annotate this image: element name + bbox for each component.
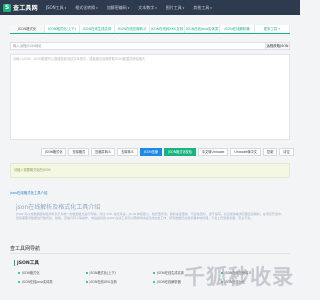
result-output: 请输入需要格式化的JSON — [10, 163, 290, 178]
action-buttons: JSON格式化 去除格式 压缩并转义 去除转义 JSON压缩 JSON格式化校验… — [41, 148, 294, 156]
tab-json-parser[interactable]: JSON在线解析器 — [220, 25, 255, 33]
remote-url-input[interactable]: 输入远程JSON地址 — [10, 42, 266, 50]
page: S 查工具网 JSON工具 ▾ 格式化转换 ▾ 加解密编码 ▾ 文本数字 ▾ 图… — [0, 0, 300, 300]
divider — [10, 253, 290, 254]
accent-bar — [14, 260, 15, 266]
nav-item-format-convert[interactable]: 格式化转换 ▾ — [75, 5, 98, 11]
intro-body: JSON 可以将数据结构和对象表示为统一的数据格式进行传输。对比 XML 格式来… — [16, 212, 284, 221]
chevron-down-icon: ▾ — [182, 5, 185, 10]
nav-item-label: 加解密编码 — [106, 4, 127, 10]
chevron-down-icon: ▾ — [96, 5, 98, 10]
bullet-icon — [18, 271, 20, 274]
nav-item-label: 文本数字 — [138, 4, 155, 10]
nav-group-heading: JSON工具 — [14, 260, 39, 266]
remove-format-button[interactable]: 去除格式 — [68, 148, 90, 156]
tab-json-java-entity[interactable]: JSON在线Java实体类 — [185, 25, 220, 33]
chevron-down-icon: ▾ — [210, 5, 212, 10]
nav-item-label: JSON工具 — [45, 4, 64, 10]
nav-item-label: 格式化转换 — [75, 4, 96, 10]
json-validate-button[interactable]: JSON格式化校验 — [164, 148, 196, 156]
nav-link-label: JSON在线解析器 — [157, 280, 181, 284]
bullet-icon — [85, 271, 88, 274]
unescape-button[interactable]: 去除转义 — [117, 148, 138, 156]
nav-item-label: 图片工具 — [165, 4, 182, 10]
clear-button[interactable]: 清空 — [279, 148, 294, 156]
logo[interactable]: S 查工具网 — [3, 3, 38, 12]
compress-escape-button[interactable]: 压缩并转义 — [91, 148, 116, 156]
logo-text: 查工具网 — [13, 5, 38, 12]
nav-link[interactable]: JSON在线XML互转 — [85, 279, 154, 284]
watermark: 千狐秒收录 — [184, 265, 294, 289]
bullet-icon — [153, 280, 155, 283]
nav-link[interactable]: JSON格式化(上下) — [85, 270, 154, 275]
nav-item-encode-decode[interactable]: 加解密编码 ▾ — [107, 5, 130, 11]
nav-group-label: JSON工具 — [17, 261, 39, 266]
tab-json-xml[interactable]: JSON在线转XML互转 — [150, 25, 185, 33]
nav-link-label: JSON在线XML互转 — [89, 280, 117, 284]
nav-link-label: JSON在线生成实体 — [157, 271, 184, 275]
chinese-to-unicode-button[interactable]: 中文转Unicode — [197, 148, 229, 156]
top-nav: S 查工具网 JSON工具 ▾ 格式化转换 ▾ 加解密编码 ▾ 文本数字 ▾ 图… — [0, 0, 300, 15]
intro-anchor-link[interactable]: json在线格式化工具介绍 — [10, 190, 47, 195]
json-compress-button[interactable]: JSON压缩 — [139, 148, 163, 156]
tab-json-format-vertical[interactable]: JSON格式化(上下) — [45, 25, 80, 33]
json-format-button[interactable]: JSON格式化 — [41, 148, 67, 156]
tab-json-compress-escape[interactable]: JSON在线压缩转义 — [115, 25, 150, 33]
json-input-editor[interactable]: 请输入JSON，JSON数据可以直接粘贴到该文本框中，或者通过远程获取JSON数… — [10, 54, 290, 140]
logo-icon: S — [3, 3, 11, 12]
nav-link-label: JSON在线Java实体类 — [22, 280, 53, 284]
tab-more-tools[interactable]: 更多工具 » — [255, 25, 290, 33]
chevron-down-icon: ▾ — [155, 5, 157, 10]
tab-json-format[interactable]: JSON格式化 — [10, 25, 45, 33]
copy-button[interactable]: 复制 — [262, 148, 278, 156]
nav-item-other-tools[interactable]: 其他工具 ▾ — [193, 5, 212, 11]
site-nav-title: 查工具网导航 — [10, 246, 41, 252]
remote-url-row: 输入远程JSON地址 远程获取JSON — [10, 42, 290, 50]
nav-item-label: 其他工具 — [193, 4, 210, 10]
bullet-icon — [18, 280, 20, 283]
bullet-icon — [153, 271, 155, 274]
tab-json-to-entity[interactable]: JSON在线生成实体 — [80, 25, 115, 33]
chevron-down-icon: ▾ — [64, 5, 67, 10]
chevron-down-icon: ▾ — [127, 5, 130, 10]
fetch-remote-json-button[interactable]: 远程获取JSON — [266, 42, 290, 50]
nav-link[interactable]: JSON格式化 — [18, 270, 86, 275]
intro-title: json在线解析及格式化工具介绍 — [16, 204, 101, 211]
nav-link[interactable]: JSON在线Java实体类 — [18, 279, 86, 284]
nav-link-label: JSON格式化(上下) — [89, 271, 116, 275]
nav-item-image-tools[interactable]: 图片工具 ▾ — [166, 5, 185, 11]
nav-item-json-tools[interactable]: JSON工具 ▾ — [46, 5, 66, 11]
unicode-to-chinese-button[interactable]: Unicode转中文 — [230, 148, 261, 156]
nav-link-label: JSON格式化 — [22, 271, 40, 275]
tool-tabs: JSON格式化 JSON格式化(上下) JSON在线生成实体 JSON在线压缩转… — [10, 25, 290, 34]
bullet-icon — [85, 280, 88, 283]
nav-item-text-number[interactable]: 文本数字 ▾ — [138, 5, 157, 11]
